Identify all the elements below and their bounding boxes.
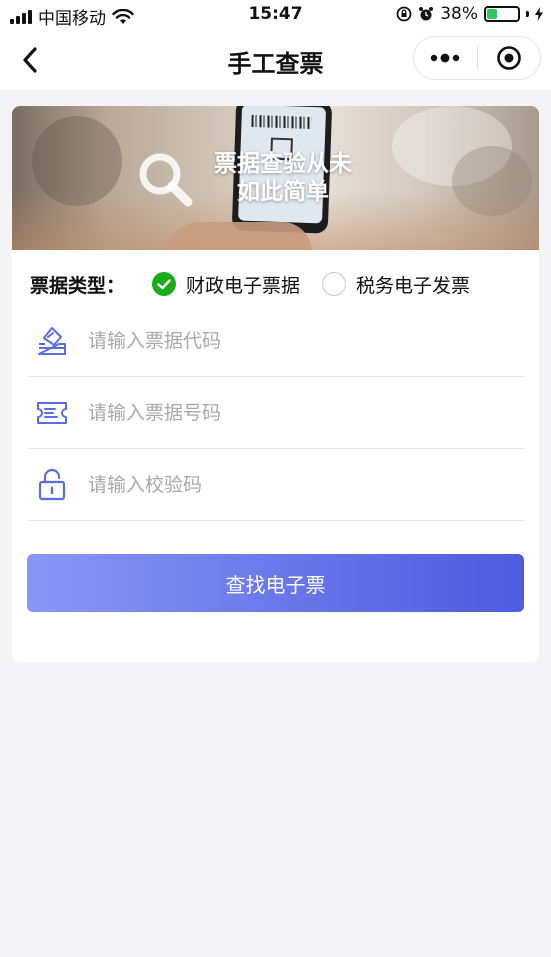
hand-illustration: [162, 222, 312, 250]
nav-bar: 手工查票: [0, 30, 551, 90]
banner-slogan-line2: 如此简单: [237, 179, 329, 205]
banner-slogan-line1: 票据查验从未: [214, 151, 352, 177]
orientation-lock-icon: [396, 6, 412, 22]
status-right: 38%: [396, 4, 543, 24]
more-dots-icon: [431, 53, 460, 63]
alarm-icon: [419, 7, 434, 21]
search-invoice-button[interactable]: 查找电子票: [27, 554, 524, 612]
radio-checked-icon: [152, 272, 176, 296]
invoice-type-row: 票据类型： 财政电子票据 税务电子发票: [30, 266, 525, 302]
radio-fiscal-invoice[interactable]: 财政电子票据: [152, 271, 300, 298]
banner-image: 票据查验从未 如此简单: [12, 106, 539, 250]
stamp-icon: [32, 321, 72, 361]
radio-tax-invoice-label: 税务电子发票: [356, 274, 471, 297]
more-button[interactable]: [414, 37, 477, 79]
invoice-number-field: [28, 377, 525, 449]
lock-icon: [32, 465, 72, 505]
invoice-query-card: 票据查验从未 如此简单 票据类型： 财政电子票据 税务电子发票 请输入票据代码 …: [12, 106, 539, 662]
radio-unchecked-icon: [322, 272, 347, 296]
radio-fiscal-invoice-label: 财政电子票据: [186, 274, 301, 297]
invoice-code-field: [28, 305, 525, 377]
radio-tax-invoice[interactable]: 税务电子发票: [322, 271, 470, 298]
status-bar: 中国移动 15:47 38%: [0, 0, 551, 30]
invoice-number-input[interactable]: [86, 400, 510, 425]
battery-percent: 38%: [440, 4, 478, 24]
banner-slogan: 票据查验从未 如此简单: [208, 150, 358, 206]
close-miniapp-button[interactable]: [478, 37, 541, 79]
charging-icon: [535, 7, 543, 21]
ticket-icon: [32, 393, 72, 433]
page: 中国移动 15:47 38% 手工查票 票据查验从未 如此简单 票据类型： 财政…: [0, 0, 551, 957]
check-code-field: [28, 449, 525, 521]
target-close-icon: [496, 46, 521, 70]
search-icon: [139, 153, 193, 207]
miniapp-capsule: [413, 36, 541, 80]
battery-icon: [484, 6, 520, 22]
battery-tip: [526, 11, 529, 17]
invoice-code-input[interactable]: [86, 328, 510, 353]
check-code-input[interactable]: [86, 472, 510, 497]
invoice-type-label: 票据类型：: [30, 274, 126, 297]
